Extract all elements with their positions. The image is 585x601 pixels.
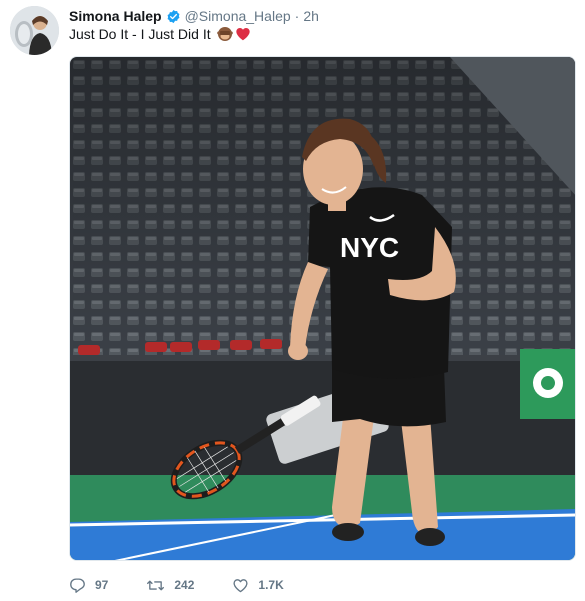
separator-dot: · xyxy=(294,8,300,24)
see-no-evil-monkey-icon xyxy=(216,26,233,42)
reply-button[interactable]: 97 xyxy=(69,577,108,594)
heart-icon xyxy=(233,578,248,592)
verified-badge-icon xyxy=(166,9,181,24)
timestamp[interactable]: 2h xyxy=(303,8,319,24)
username-handle[interactable]: @Simona_Halep xyxy=(185,8,291,24)
tweet[interactable]: Simona Halep @Simona_Halep · 2h Just Do … xyxy=(0,0,585,601)
tweet-actions: 97 242 1.7K xyxy=(69,572,322,598)
reply-count: 97 xyxy=(95,578,109,592)
display-name[interactable]: Simona Halep xyxy=(69,8,162,24)
retweet-icon xyxy=(147,580,165,590)
like-button[interactable]: 1.7K xyxy=(232,577,284,594)
reply-icon xyxy=(70,577,85,593)
red-heart-icon xyxy=(235,26,251,42)
tweet-text: Just Do It - I Just Did It xyxy=(69,26,251,42)
like-count: 1.7K xyxy=(258,578,284,592)
retweet-button[interactable]: 242 xyxy=(146,577,194,594)
tweet-header: Simona Halep @Simona_Halep · 2h xyxy=(69,6,319,26)
shirt-text: NYC xyxy=(340,232,399,263)
photo-image: NYC xyxy=(70,57,575,560)
retweet-count: 242 xyxy=(174,578,195,592)
tweet-text-content: Just Do It - I Just Did It xyxy=(69,26,211,42)
tweet-photo[interactable]: NYC xyxy=(69,56,576,561)
avatar[interactable] xyxy=(10,6,59,55)
